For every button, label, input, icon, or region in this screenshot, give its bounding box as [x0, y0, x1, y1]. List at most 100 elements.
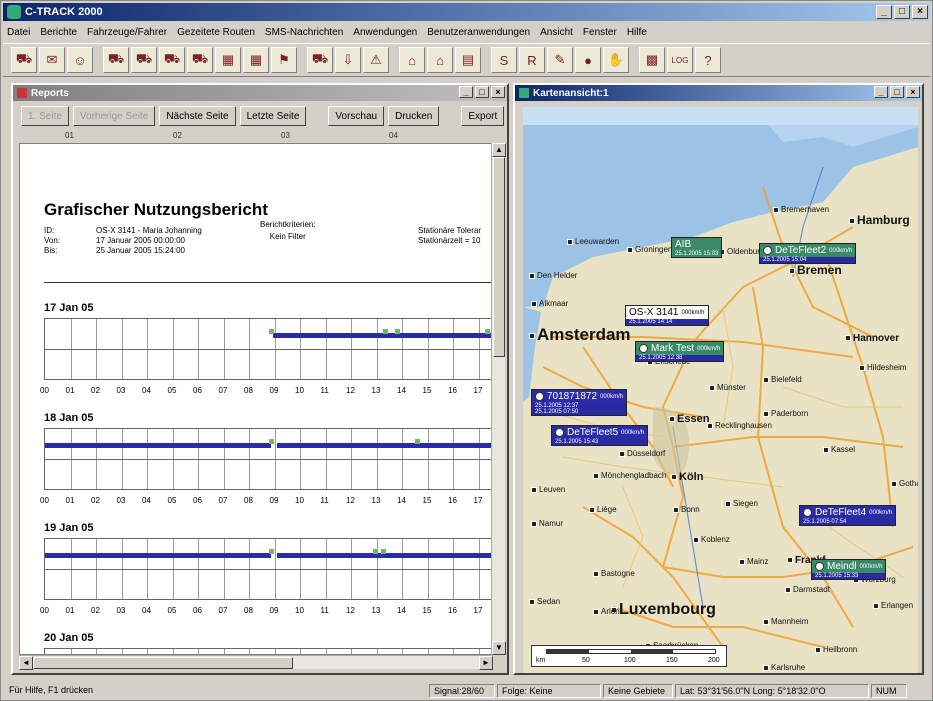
export-button[interactable]: Export	[461, 106, 505, 126]
reports-close-button[interactable]: ×	[491, 86, 505, 98]
document-icon[interactable]: ▤	[455, 47, 481, 73]
report-grid-icon[interactable]: ▦	[215, 47, 241, 73]
vehicle-marker[interactable]: Mark Test 000km/h 25.1.2005 12:38	[635, 341, 725, 362]
scroll-up-arrow-icon[interactable]: ▲	[492, 143, 506, 157]
print-button[interactable]: Drucken	[388, 106, 440, 126]
download-icon[interactable]: ⇩	[335, 47, 361, 73]
city-label-munster: Münster	[709, 383, 746, 392]
city-name: Münster	[717, 383, 746, 392]
city-label-liege: Liège	[589, 505, 617, 514]
menu-item-gezeiteterouten[interactable]: Gezeitete Routen	[177, 27, 255, 38]
vehicle-marker[interactable]: DeTeFleet4 000km/h 25.1.2005 07:54	[799, 505, 897, 526]
warning-icon[interactable]: ⚠	[363, 47, 389, 73]
next-page-button[interactable]: Nächste Seite	[159, 106, 236, 126]
city-marker-icon	[789, 267, 795, 274]
hour-tick: 17	[473, 386, 483, 395]
menu-item-hilfe[interactable]: Hilfe	[627, 27, 647, 38]
stationary-marker	[269, 329, 274, 334]
scale-tick: 200	[708, 657, 720, 664]
building-icon[interactable]: ⌂	[399, 47, 425, 73]
criteria-value: Kein Filter	[269, 232, 306, 241]
menu-item-smsnachrichten[interactable]: SMS-Nachrichten	[265, 27, 343, 38]
maximize-button[interactable]: □	[894, 5, 910, 19]
scroll-right-arrow-icon[interactable]: ►	[479, 656, 493, 670]
report-grid2-icon[interactable]: ▦	[243, 47, 269, 73]
first-page-button[interactable]: 1. Seite	[21, 106, 69, 126]
menu-item-anwendungen[interactable]: Anwendungen	[353, 27, 417, 38]
globe-icon[interactable]: ●	[575, 47, 601, 73]
reports-minimize-button[interactable]: _	[459, 86, 473, 98]
to-label: Bis:	[44, 246, 58, 255]
vehicle-marker[interactable]: AIB 25.1.2005 15:03	[671, 237, 723, 258]
hour-tick: 05	[167, 496, 177, 505]
city-name: Düsseldorf	[627, 449, 666, 458]
truck-route-icon[interactable]: ⛟	[131, 47, 157, 73]
vehicle-marker[interactable]: Meindl 000km/h 25.1.2005 15:33	[811, 559, 887, 580]
hour-tick: 12	[346, 496, 355, 505]
menu-item-datei[interactable]: Datei	[7, 27, 30, 38]
message-icon[interactable]: ✉	[39, 47, 65, 73]
city-marker-icon	[531, 300, 537, 307]
home-icon[interactable]: ⌂	[427, 47, 453, 73]
menu-item-ansicht[interactable]: Ansicht	[540, 27, 573, 38]
map-maximize-button[interactable]: □	[890, 86, 904, 98]
truck-multi-icon[interactable]: ⛟	[159, 47, 185, 73]
city-label-luxembourg: Luxembourg	[611, 601, 716, 619]
truck-icon[interactable]: ⛟	[103, 47, 129, 73]
edit-icon[interactable]: ✎	[547, 47, 573, 73]
city-marker-icon	[823, 446, 829, 453]
zones-status: Keine Gebiete	[603, 684, 673, 698]
report-horizontal-scrollbar[interactable]: ◄ ►	[19, 655, 493, 670]
hour-tick: 12	[346, 386, 355, 395]
driver-icon[interactable]: ☺	[67, 47, 93, 73]
hour-tick: 09	[269, 386, 279, 395]
menu-item-fenster[interactable]: Fenster	[583, 27, 617, 38]
vehicle-marker[interactable]: DeTeFleet2 000km/h 25.1.2005 15:04	[759, 243, 857, 264]
city-label-bremen: Bremen	[789, 263, 842, 277]
vehicle-time: 25.1.2005 15:43	[552, 439, 648, 445]
fleet-icon[interactable]: ⛟	[307, 47, 333, 73]
close-button[interactable]: ×	[912, 5, 928, 19]
vehicle-name: OS-X 3141	[629, 307, 679, 318]
last-page-button[interactable]: Letzte Seite	[239, 106, 307, 126]
minimize-button[interactable]: _	[876, 5, 892, 19]
vehicle-report-icon[interactable]: ⛟	[11, 47, 37, 73]
map-icon[interactable]: ▩	[639, 47, 665, 73]
scroll-thumb[interactable]	[493, 157, 505, 357]
map-minimize-button[interactable]: _	[874, 86, 888, 98]
vehicle-marker[interactable]: OS-X 3141 000km/h 25.1.2005 14:14	[625, 305, 709, 326]
city-label-erlangen: Erlangen	[873, 601, 913, 610]
stationary-marker	[269, 439, 274, 444]
r-icon[interactable]: R	[519, 47, 545, 73]
map-title-bar: Kartenansicht:1 _ □ ×	[515, 85, 922, 101]
vehicle-marker[interactable]: 701871872 000km/h 25.1.2005 12:37 25.1.20…	[531, 389, 628, 416]
city-marker-icon	[529, 598, 535, 605]
hscroll-thumb[interactable]	[33, 657, 293, 669]
previous-page-button[interactable]: Vorherige Seite	[72, 106, 156, 126]
alert-icon[interactable]: ⚑	[271, 47, 297, 73]
hour-tick: 04	[142, 386, 151, 395]
report-page: Grafischer Nutzungsbericht ID: Von: Bis:…	[19, 143, 493, 655]
sms-icon[interactable]: S	[491, 47, 517, 73]
map-close-button[interactable]: ×	[906, 86, 920, 98]
scroll-left-arrow-icon[interactable]: ◄	[19, 656, 33, 670]
help-icon[interactable]: ?	[695, 47, 721, 73]
hour-tick: 03	[116, 496, 126, 505]
log-icon[interactable]: LOG	[667, 47, 693, 73]
trip-icon[interactable]: ⛟	[187, 47, 213, 73]
vehicle-status-icon	[803, 508, 812, 517]
report-vertical-scrollbar[interactable]: ▲ ▼	[491, 143, 506, 655]
preview-button[interactable]: Vorschau	[328, 106, 385, 126]
menu-item-fahrzeugefahrer[interactable]: Fahrzeuge/Fahrer	[87, 27, 167, 38]
city-marker-icon	[859, 364, 865, 371]
scroll-down-arrow-icon[interactable]: ▼	[492, 641, 506, 655]
menu-item-benutzeranwendungen[interactable]: Benutzeranwendungen	[427, 27, 530, 38]
hand-icon[interactable]: ✋	[603, 47, 629, 73]
vehicle-marker[interactable]: DeTeFleet5 000km/h 25.1.2005 15:43	[551, 425, 649, 446]
menu-item-berichte[interactable]: Berichte	[40, 27, 77, 38]
city-name: Hannover	[853, 333, 900, 344]
reports-maximize-button[interactable]: □	[475, 86, 489, 98]
map-canvas[interactable]: Hamburg Bremerhaven Bremen Amsterdam Hannove…	[523, 107, 918, 673]
city-name: Arlon	[601, 607, 620, 616]
vehicle-speed: 000km/h	[621, 429, 645, 436]
